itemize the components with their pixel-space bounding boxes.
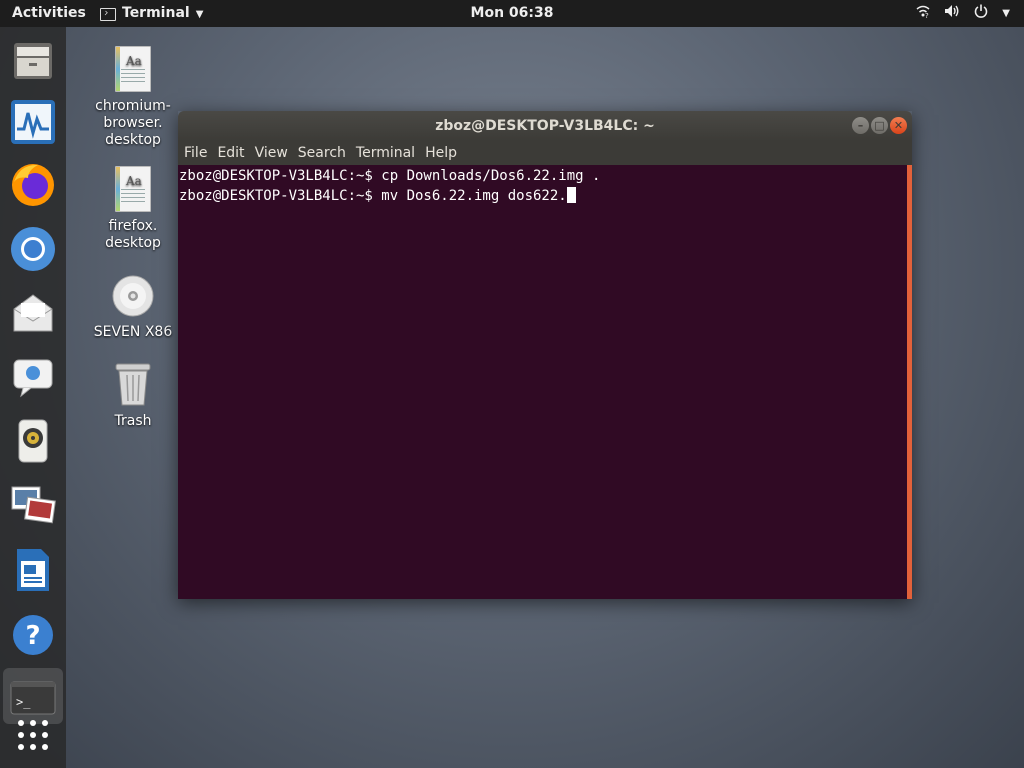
files-icon[interactable] bbox=[8, 36, 58, 86]
window-title: zboz@DESKTOP-V3LB4LC: ~ bbox=[435, 118, 655, 134]
terminal-command-text: zboz@DESKTOP-V3LB4LC:~$ mv Dos6.22.img d… bbox=[179, 188, 567, 204]
chat-icon[interactable] bbox=[8, 352, 58, 402]
optical-disc-icon bbox=[111, 274, 155, 318]
image-viewer-icon[interactable] bbox=[8, 480, 58, 530]
terminal-line: zboz@DESKTOP-V3LB4LC:~$ mv Dos6.22.img d… bbox=[179, 187, 912, 206]
show-apps-icon[interactable] bbox=[8, 710, 58, 760]
menu-file[interactable]: File bbox=[184, 145, 207, 161]
writer-icon[interactable] bbox=[8, 545, 58, 595]
desktop-icon-label: SEVEN X86 bbox=[93, 324, 173, 340]
menu-edit[interactable]: Edit bbox=[217, 145, 244, 161]
close-button[interactable]: ✕ bbox=[890, 117, 907, 134]
volume-icon bbox=[944, 4, 960, 22]
maximize-button[interactable]: □ bbox=[871, 117, 888, 134]
svg-text:?: ? bbox=[925, 12, 929, 18]
desktop-icon-label: chromium- browser. desktop bbox=[95, 98, 171, 148]
system-monitor-icon[interactable] bbox=[8, 97, 58, 147]
terminal-line: zboz@DESKTOP-V3LB4LC:~$ cp Downloads/Dos… bbox=[179, 168, 601, 184]
text-file-icon: Aa bbox=[115, 166, 151, 212]
activities-button[interactable]: Activities bbox=[12, 5, 86, 21]
desktop-icon-label: Trash bbox=[114, 413, 152, 429]
menu-help[interactable]: Help bbox=[425, 145, 457, 161]
top-bar: Activities Terminal ▼ Mon 06:38 ? ▼ bbox=[0, 0, 1024, 27]
window-titlebar[interactable]: zboz@DESKTOP-V3LB4LC: ~ – □ ✕ bbox=[178, 111, 912, 141]
desktop-icon-label: firefox. desktop bbox=[105, 218, 161, 251]
music-player-icon[interactable] bbox=[8, 416, 58, 466]
desktop-icon-seven-x86[interactable]: SEVEN X86 bbox=[88, 274, 178, 341]
desktop-icon-chromium[interactable]: Aa chromium- browser. desktop bbox=[88, 46, 178, 149]
dock: ? >_ bbox=[0, 27, 66, 768]
minimize-button[interactable]: – bbox=[852, 117, 869, 134]
terminal-window: zboz@DESKTOP-V3LB4LC: ~ – □ ✕ File Edit … bbox=[178, 111, 912, 599]
menu-view[interactable]: View bbox=[255, 145, 288, 161]
help-icon[interactable]: ? bbox=[8, 610, 58, 660]
chromium-icon[interactable] bbox=[8, 224, 58, 274]
system-tray[interactable]: ? ▼ bbox=[916, 4, 1010, 22]
app-menu[interactable]: Terminal ▼ bbox=[100, 5, 203, 21]
menu-bar: File Edit View Search Terminal Help bbox=[178, 141, 912, 165]
firefox-icon[interactable] bbox=[8, 160, 58, 210]
menu-search[interactable]: Search bbox=[298, 145, 346, 161]
svg-text:>_: >_ bbox=[16, 695, 31, 709]
desktop-icon-trash[interactable]: Trash bbox=[88, 361, 178, 430]
power-icon bbox=[974, 4, 988, 22]
app-menu-label: Terminal bbox=[122, 5, 190, 21]
chevron-down-icon: ▼ bbox=[195, 8, 204, 20]
scrollbar[interactable] bbox=[907, 165, 912, 599]
network-icon: ? bbox=[916, 4, 930, 22]
text-file-icon: Aa bbox=[115, 46, 151, 92]
terminal-cursor bbox=[566, 187, 576, 203]
terminal-output[interactable]: zboz@DESKTOP-V3LB4LC:~$ cp Downloads/Dos… bbox=[178, 165, 912, 599]
svg-text:?: ? bbox=[25, 621, 40, 651]
trash-icon bbox=[113, 361, 153, 407]
menu-terminal[interactable]: Terminal bbox=[356, 145, 415, 161]
chevron-down-icon: ▼ bbox=[1002, 7, 1010, 19]
desktop-icon-firefox[interactable]: Aa firefox. desktop bbox=[88, 166, 178, 252]
terminal-icon bbox=[100, 7, 116, 21]
mail-icon[interactable] bbox=[8, 288, 58, 338]
